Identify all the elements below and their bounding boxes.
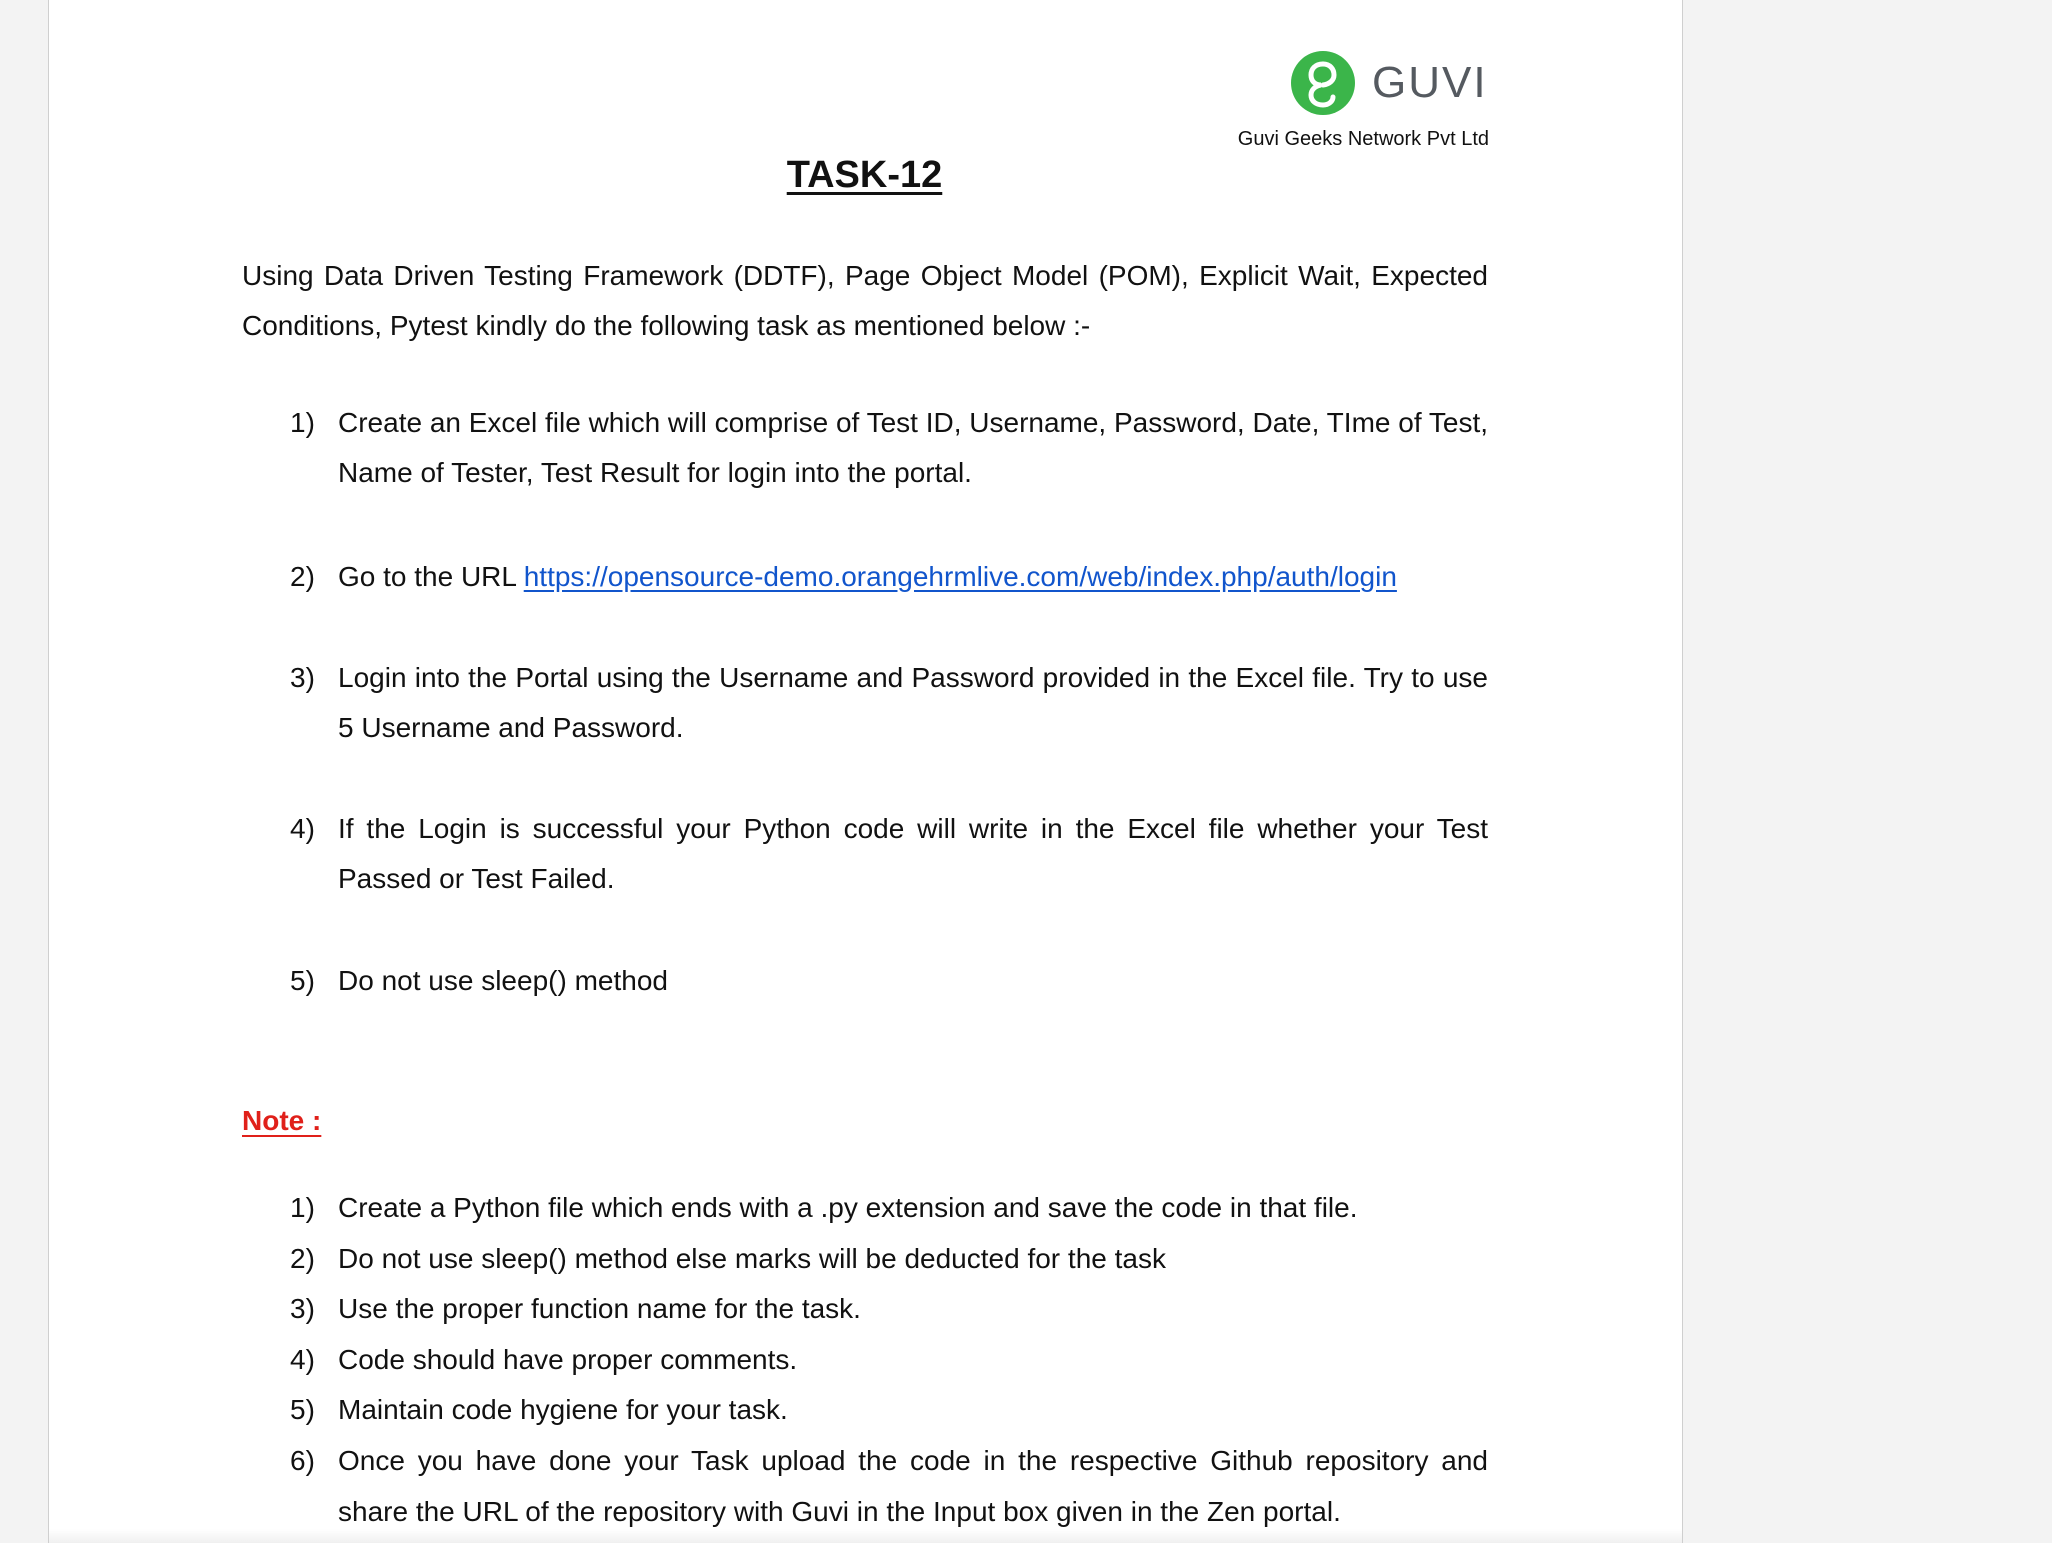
task-text: Go to the URL https://opensource-demo.or… (338, 552, 1488, 602)
task-number: 3) (290, 662, 315, 693)
note-item: 1) Create a Python file which ends with … (290, 1183, 1488, 1234)
note-text: Once you have done your Task upload the … (338, 1444, 1488, 1527)
note-item: 4) Code should have proper comments. (290, 1335, 1488, 1386)
guvi-logo: GUVI (1290, 50, 1488, 116)
note-number: 5) (290, 1394, 315, 1426)
task-text-prefix: Go to the URL (338, 561, 524, 592)
task-text: Create an Excel file which will comprise… (338, 407, 1488, 488)
task-item: 5) Do not use sleep() method (290, 956, 1488, 1006)
note-number: 3) (290, 1293, 315, 1325)
note-text: Create a Python file which ends with a .… (338, 1192, 1358, 1223)
intro-paragraph: Using Data Driven Testing Framework (DDT… (242, 260, 1488, 341)
note-text: Maintain code hygiene for your task. (338, 1394, 788, 1426)
notes-list: 1) Create a Python file which ends with … (290, 1183, 1488, 1537)
task-item: 3) Login into the Portal using the Usern… (290, 653, 1488, 753)
task-item: 2) Go to the URL https://opensource-demo… (290, 552, 1488, 602)
task-text: Do not use sleep() method (338, 965, 668, 996)
note-text: Do not use sleep() method else marks wil… (338, 1242, 1166, 1274)
page-bottom-shadow (49, 1529, 1682, 1543)
note-item: 3) Use the proper function name for the … (290, 1284, 1488, 1335)
task-number: 1) (290, 407, 315, 438)
note-number: 2) (290, 1242, 315, 1274)
note-number: 1) (290, 1192, 315, 1223)
note-text: Code should have proper comments. (338, 1343, 798, 1375)
note-label: Note : (242, 1105, 322, 1136)
task-item: 4) If the Login is successful your Pytho… (290, 804, 1488, 904)
task-text: If the Login is successful your Python c… (338, 813, 1488, 894)
logo-brand-text: GUVI (1372, 58, 1488, 107)
note-item: 5) Maintain code hygiene for your task. (290, 1385, 1488, 1436)
note-number: 4) (290, 1343, 315, 1375)
note-text: Use the proper function name for the tas… (338, 1293, 861, 1325)
guvi-logo-icon (1291, 51, 1355, 115)
orangehrm-login-link[interactable]: https://opensource-demo.orangehrmlive.co… (524, 561, 1397, 592)
task-item: 1) Create an Excel file which will compr… (290, 398, 1488, 498)
note-number: 6) (290, 1444, 315, 1476)
task-text: Login into the Portal using the Username… (338, 662, 1488, 743)
document-page: GUVI Guvi Geeks Network Pvt Ltd TASK-12 … (48, 0, 1683, 1543)
note-item: 2) Do not use sleep() method else marks … (290, 1234, 1488, 1285)
document-title: TASK-12 (786, 154, 943, 196)
company-name: Guvi Geeks Network Pvt Ltd (1237, 128, 1489, 150)
task-number: 5) (290, 965, 315, 996)
note-item: 6) Once you have done your Task upload t… (290, 1436, 1488, 1537)
task-number: 2) (290, 561, 315, 592)
task-number: 4) (290, 813, 315, 844)
